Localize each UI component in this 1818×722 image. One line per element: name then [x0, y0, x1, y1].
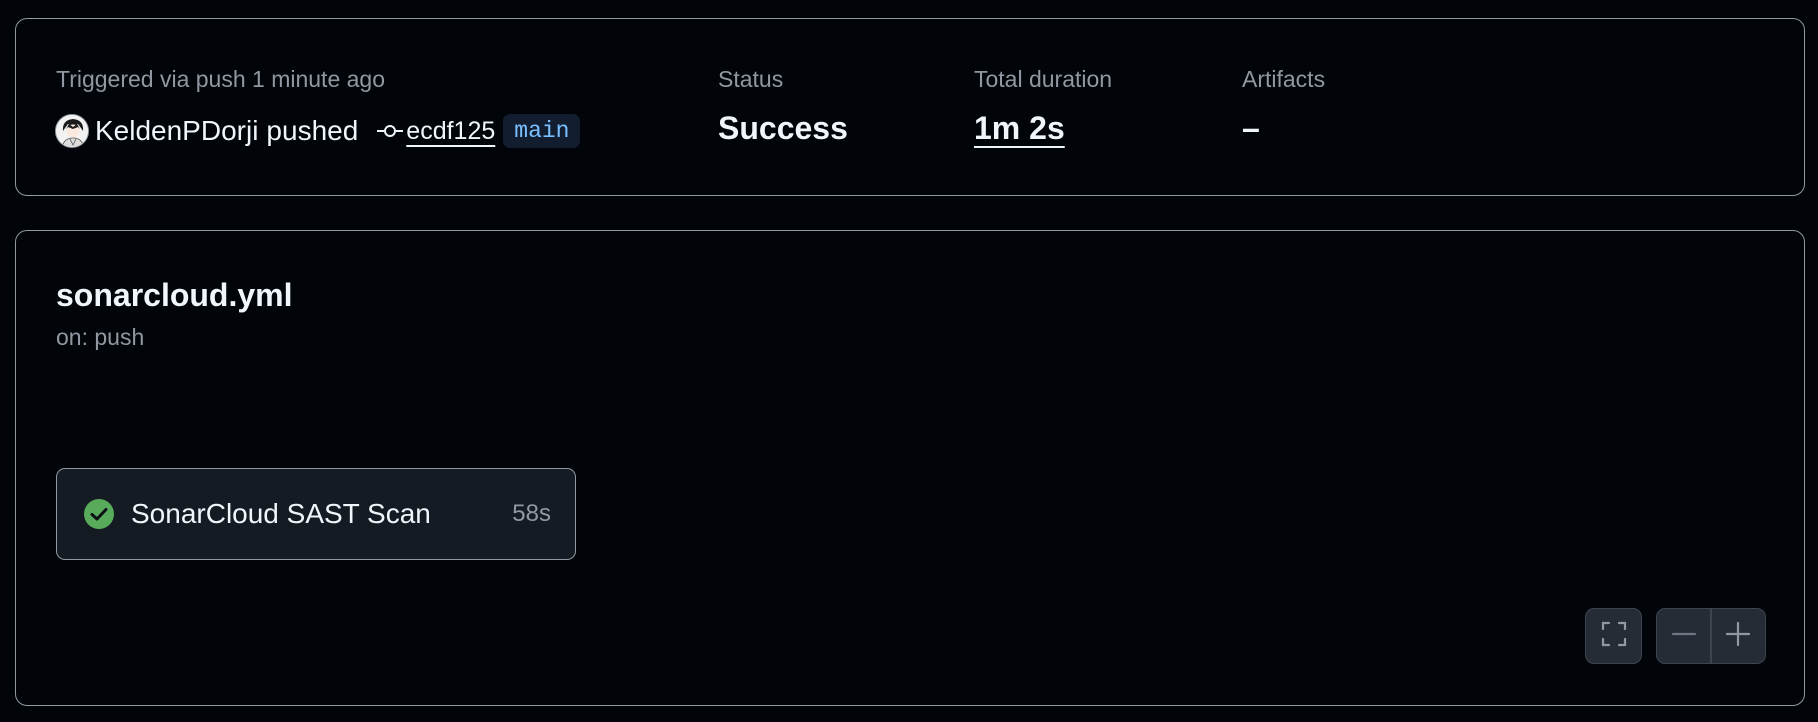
- status-value: Success: [718, 110, 848, 146]
- trigger-details: KeldenPDorji pushed ecdf125 main: [55, 112, 581, 150]
- check-circle-icon: [83, 498, 115, 530]
- status-label: Status: [718, 66, 784, 92]
- zoom-in-button[interactable]: [1712, 609, 1765, 663]
- run-summary-panel: Triggered via push 1 minute ago KeldenPD…: [15, 18, 1805, 196]
- minus-icon: [1671, 621, 1697, 652]
- zoom-controls: [1656, 608, 1766, 664]
- artifacts-label: Artifacts: [1242, 66, 1326, 92]
- job-duration: 58s: [512, 500, 551, 527]
- trigger-label: Triggered via push 1 minute ago: [56, 66, 386, 92]
- workflow-file-title: sonarcloud.yml: [56, 277, 293, 313]
- duration-value[interactable]: 1m 2s: [974, 110, 1065, 147]
- job-name: SonarCloud SAST Scan: [131, 498, 431, 529]
- action-text: pushed: [266, 115, 359, 146]
- fullscreen-icon: [1600, 620, 1628, 653]
- workflow-graph-panel: sonarcloud.yml on: push SonarCloud SAST …: [15, 230, 1805, 706]
- plus-icon: [1725, 621, 1751, 652]
- git-commit-icon: [376, 121, 404, 141]
- commit-sha-link[interactable]: ecdf125: [406, 117, 495, 146]
- avatar[interactable]: [55, 114, 89, 148]
- zoom-out-button[interactable]: [1657, 609, 1710, 663]
- artifacts-value: –: [1242, 110, 1260, 146]
- branch-badge[interactable]: main: [503, 114, 581, 148]
- workflow-trigger: on: push: [56, 324, 145, 350]
- job-card[interactable]: SonarCloud SAST Scan 58s: [56, 468, 576, 560]
- actor-link[interactable]: KeldenPDorji: [95, 115, 258, 147]
- duration-label: Total duration: [974, 66, 1113, 92]
- fullscreen-button[interactable]: [1585, 608, 1642, 664]
